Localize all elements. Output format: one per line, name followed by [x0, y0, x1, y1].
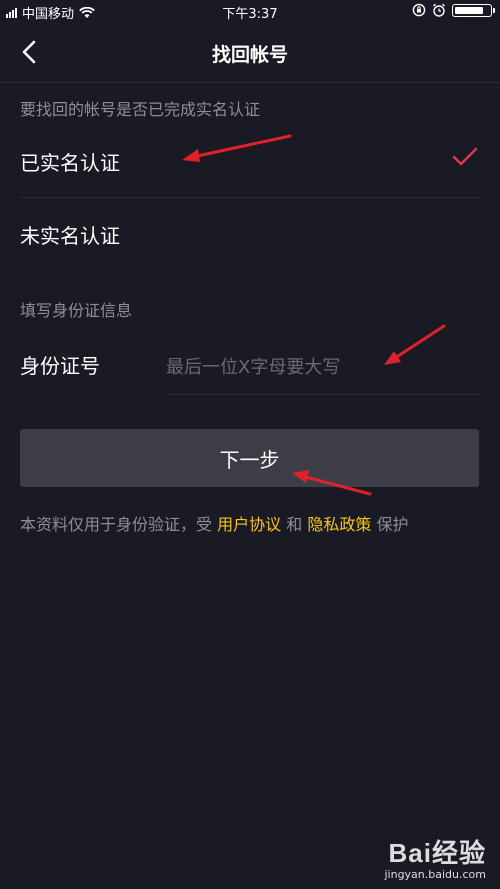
next-button[interactable]: 下一步	[20, 429, 479, 487]
verification-question: 要找回的帐号是否已完成实名认证	[20, 100, 261, 119]
option-not-verified[interactable]: 未实名认证	[20, 198, 480, 270]
battery-icon	[452, 3, 495, 17]
disclaimer-suffix: 保护	[376, 515, 409, 534]
disclaimer-prefix: 本资料仅用于身份验证，受	[20, 515, 213, 534]
annotation-arrow-icon	[292, 470, 372, 496]
id-number-label: 身份证号	[20, 354, 100, 378]
checkmark-icon	[452, 147, 478, 166]
page-title: 找回帐号	[211, 44, 288, 66]
disclaimer: 本资料仅用于身份验证，受 用户协议 和 隐私政策 保护	[20, 511, 408, 535]
disclaimer-and: 和	[286, 515, 303, 534]
rotation-lock-icon	[412, 3, 426, 17]
annotation-arrow-icon	[384, 324, 446, 365]
nav-bar: 找回帐号	[0, 22, 500, 83]
watermark-url: jingyan.baidu.com	[384, 868, 486, 881]
watermark: Bai经验 jingyan.baidu.com	[384, 833, 486, 881]
option-not-verified-label: 未实名认证	[20, 223, 120, 248]
privacy-policy-link[interactable]: 隐私政策	[307, 515, 371, 534]
status-bar: 中国移动 下午3:37	[0, 0, 500, 22]
status-right	[412, 3, 495, 17]
id-section-label: 填写身份证信息	[20, 301, 133, 320]
alarm-icon	[433, 3, 445, 17]
battery-level	[455, 6, 483, 14]
watermark-logo: Bai经验	[388, 838, 486, 868]
user-agreement-link[interactable]: 用户协议	[217, 515, 281, 534]
annotation-arrow-icon	[182, 134, 292, 162]
option-verified-label: 已实名认证	[20, 150, 120, 175]
